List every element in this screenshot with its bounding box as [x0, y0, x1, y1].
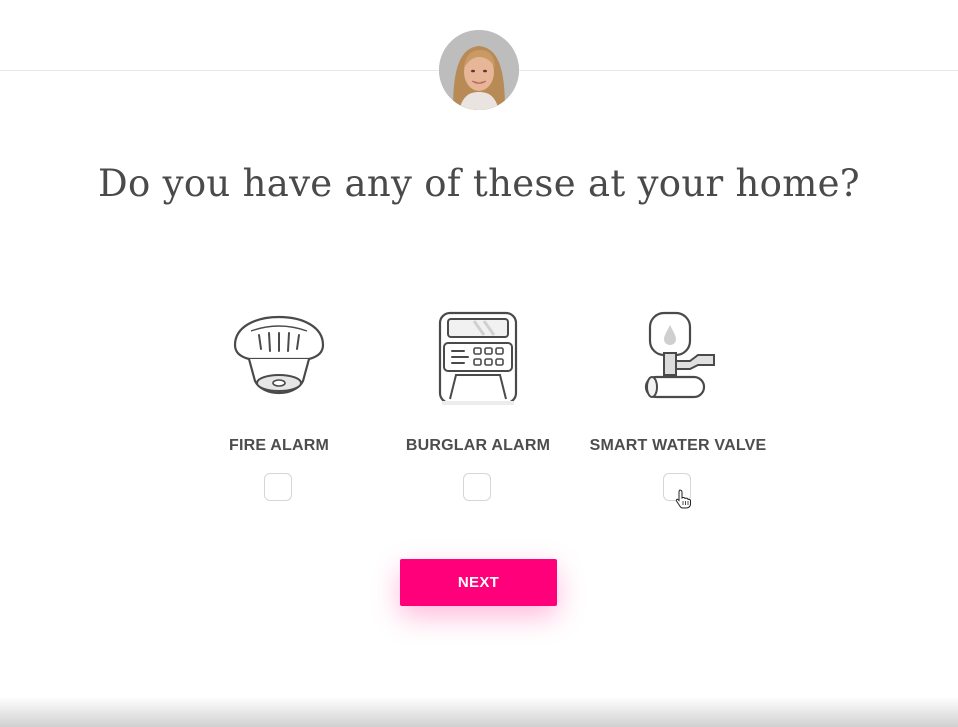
page-title: Do you have any of these at your home?: [98, 162, 860, 205]
option-fire-alarm[interactable]: FIRE ALARM: [179, 305, 379, 515]
option-label: SMART WATER VALVE: [589, 437, 767, 454]
hand-cursor-icon: [675, 489, 691, 509]
burglar-alarm-icon: [438, 311, 518, 405]
bottom-shade: [0, 697, 958, 727]
next-button[interactable]: NEXT: [400, 559, 557, 606]
page: Do you have any of these at your home? F…: [0, 0, 958, 727]
option-burglar-alarm[interactable]: BURGLAR ALARM: [378, 305, 578, 515]
avatar: [439, 30, 519, 110]
person-avatar-icon: [439, 30, 519, 110]
option-label: BURGLAR ALARM: [405, 437, 551, 454]
option-label: FIRE ALARM: [228, 437, 330, 454]
smart-water-valve-icon: [644, 311, 715, 399]
burglar-alarm-checkbox[interactable]: [463, 473, 491, 501]
fire-alarm-icon: [233, 315, 325, 395]
fire-alarm-checkbox[interactable]: [264, 473, 292, 501]
option-smart-water-valve[interactable]: SMART WATER VALVE: [578, 305, 778, 515]
